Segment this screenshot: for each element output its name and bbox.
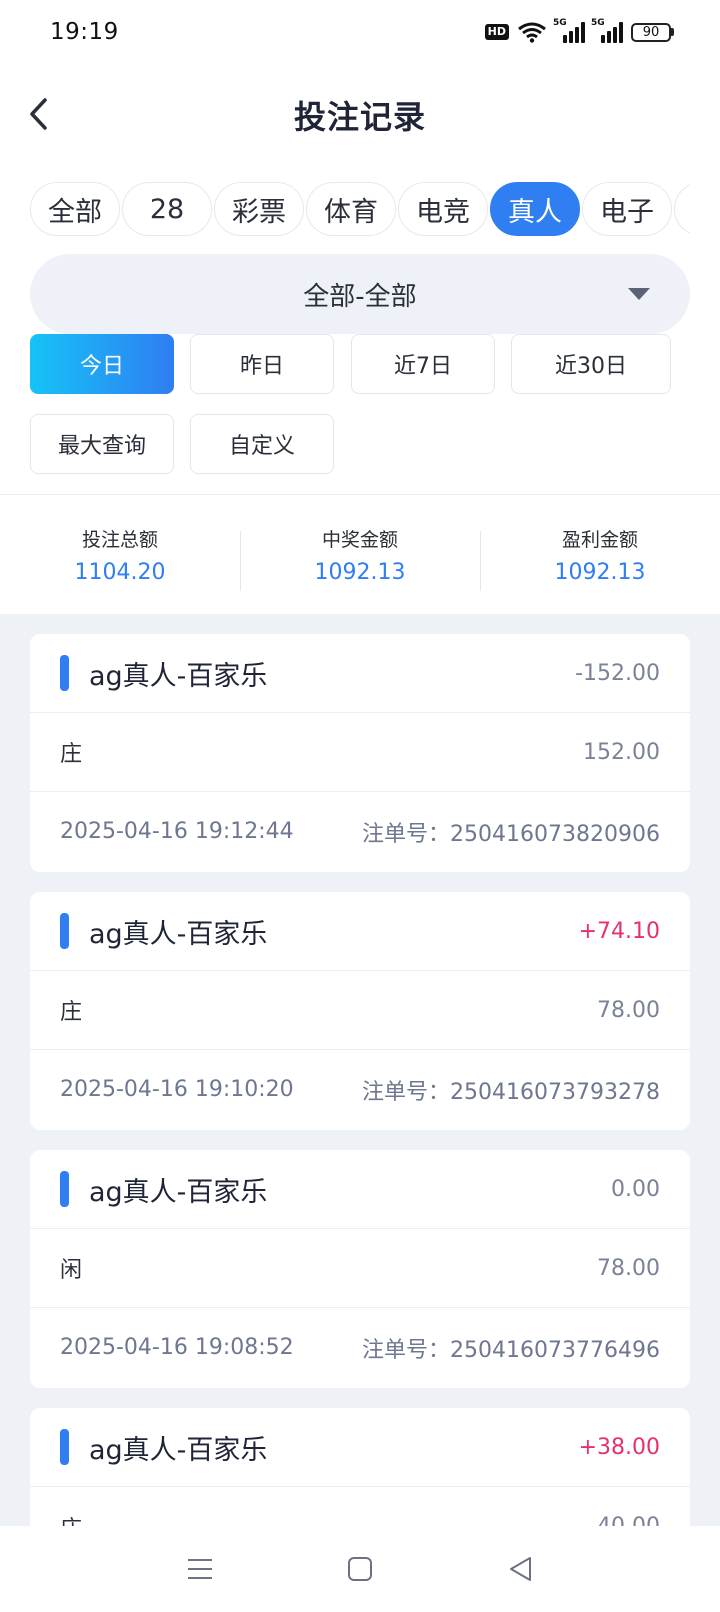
- status-bar: 19:19 HD 5G 5G 90: [0, 0, 720, 64]
- summary-value: 1104.20: [74, 560, 166, 585]
- tab-live[interactable]: 真人: [490, 182, 580, 236]
- record-time: 2025-04-16 19:08:52: [60, 1335, 294, 1360]
- home-button[interactable]: [340, 1549, 380, 1589]
- record-profit: +38.00: [578, 1434, 660, 1460]
- record-bet-type: 闲: [60, 1258, 83, 1283]
- record-card[interactable]: ag真人-百家乐 +74.10 庄 78.00 2025-04-16 19:10…: [30, 892, 690, 1130]
- signal-icon: 5G: [553, 18, 585, 43]
- tab-28[interactable]: 28: [122, 182, 212, 236]
- back-button[interactable]: [16, 92, 60, 136]
- record-card[interactable]: ag真人-百家乐 -152.00 庄 152.00 2025-04-16 19:…: [30, 634, 690, 872]
- record-amount: 40.00: [597, 1514, 660, 1526]
- summary-label: 中奖金额: [321, 529, 398, 551]
- record-bet-type: 庄: [60, 1511, 82, 1527]
- record-profit: +74.10: [578, 918, 660, 944]
- divider: [0, 494, 720, 495]
- tab-sports[interactable]: 体育: [306, 182, 396, 236]
- accent-bar: [60, 1171, 69, 1207]
- filter-30days[interactable]: 近30日: [511, 334, 671, 394]
- record-game: ag真人-百家乐: [89, 1434, 268, 1466]
- record-time: 2025-04-16 19:12:44: [60, 819, 294, 844]
- record-card[interactable]: ag真人-百家乐 +38.00 庄 40.00: [30, 1408, 690, 1526]
- record-time: 2025-04-16 19:10:20: [60, 1077, 294, 1102]
- record-amount: 78.00: [597, 1255, 660, 1281]
- record-amount: 152.00: [583, 739, 660, 765]
- tab-esports[interactable]: 电竞: [398, 182, 488, 236]
- tab-lottery[interactable]: 彩票: [214, 182, 304, 236]
- filter-yesterday[interactable]: 昨日: [190, 334, 334, 394]
- menu-icon: [188, 1559, 212, 1579]
- record-order-no: 注单号：250416073820906: [362, 821, 660, 847]
- record-game: ag真人-百家乐: [89, 1176, 268, 1208]
- caret-down-icon: [628, 288, 650, 300]
- header: 投注记录: [0, 72, 720, 158]
- game-type-dropdown[interactable]: 全部-全部: [30, 254, 690, 334]
- summary-value: 1092.13: [554, 560, 646, 585]
- filter-max-query[interactable]: 最大查询: [30, 414, 174, 474]
- menu-button[interactable]: [180, 1549, 220, 1589]
- record-order-no: 注单号：250416073793278: [362, 1079, 660, 1105]
- filter-7days[interactable]: 近7日: [351, 334, 495, 394]
- summary-panel: 投注总额 1104.20 中奖金额 1092.13 盈利金额 1092.13: [0, 496, 720, 614]
- record-list[interactable]: ag真人-百家乐 -152.00 庄 152.00 2025-04-16 19:…: [0, 614, 720, 1526]
- summary-profit: 盈利金额 1092.13: [480, 525, 720, 591]
- dropdown-value: 全部-全部: [303, 281, 417, 312]
- record-game: ag真人-百家乐: [89, 660, 268, 692]
- record-profit: -152.00: [575, 660, 660, 686]
- record-card[interactable]: ag真人-百家乐 0.00 闲 78.00 2025-04-16 19:08:5…: [30, 1150, 690, 1388]
- summary-label: 投注总额: [81, 529, 158, 551]
- status-icons: HD 5G 5G 90: [484, 18, 674, 43]
- home-square-icon: [348, 1557, 372, 1581]
- category-tabs: 全部 28 彩票 体育 电竞 真人 电子 棋: [30, 182, 690, 236]
- filter-today[interactable]: 今日: [30, 334, 174, 394]
- record-amount: 78.00: [597, 997, 660, 1023]
- record-bet-type: 庄: [60, 1000, 83, 1025]
- chevron-left-icon: [30, 98, 47, 130]
- accent-bar: [60, 913, 69, 949]
- back-triangle-icon: [510, 1557, 531, 1581]
- filter-custom[interactable]: 自定义: [190, 414, 334, 474]
- record-bet-type: 庄: [60, 742, 83, 767]
- summary-value: 1092.13: [314, 560, 406, 585]
- battery-icon: 90: [631, 22, 674, 42]
- accent-bar: [60, 1429, 69, 1465]
- back-nav-button[interactable]: [500, 1549, 540, 1589]
- status-time: 19:19: [50, 19, 119, 45]
- summary-label: 盈利金额: [561, 529, 638, 551]
- tab-electronic[interactable]: 电子: [582, 182, 672, 236]
- record-profit: 0.00: [611, 1176, 660, 1202]
- system-nav-bar: [0, 1526, 720, 1612]
- summary-winnings: 中奖金额 1092.13: [240, 525, 480, 591]
- tab-chess[interactable]: 棋: [674, 182, 690, 236]
- wifi-icon: [518, 22, 546, 43]
- summary-total-bet: 投注总额 1104.20: [0, 525, 240, 585]
- signal-icon-2: 5G: [591, 18, 623, 43]
- tab-all[interactable]: 全部: [30, 182, 120, 236]
- record-game: ag真人-百家乐: [89, 918, 268, 950]
- accent-bar: [60, 655, 69, 691]
- hd-icon: HD: [484, 24, 509, 40]
- record-order-no: 注单号：250416073776496: [362, 1337, 660, 1363]
- page-title: 投注记录: [293, 98, 426, 136]
